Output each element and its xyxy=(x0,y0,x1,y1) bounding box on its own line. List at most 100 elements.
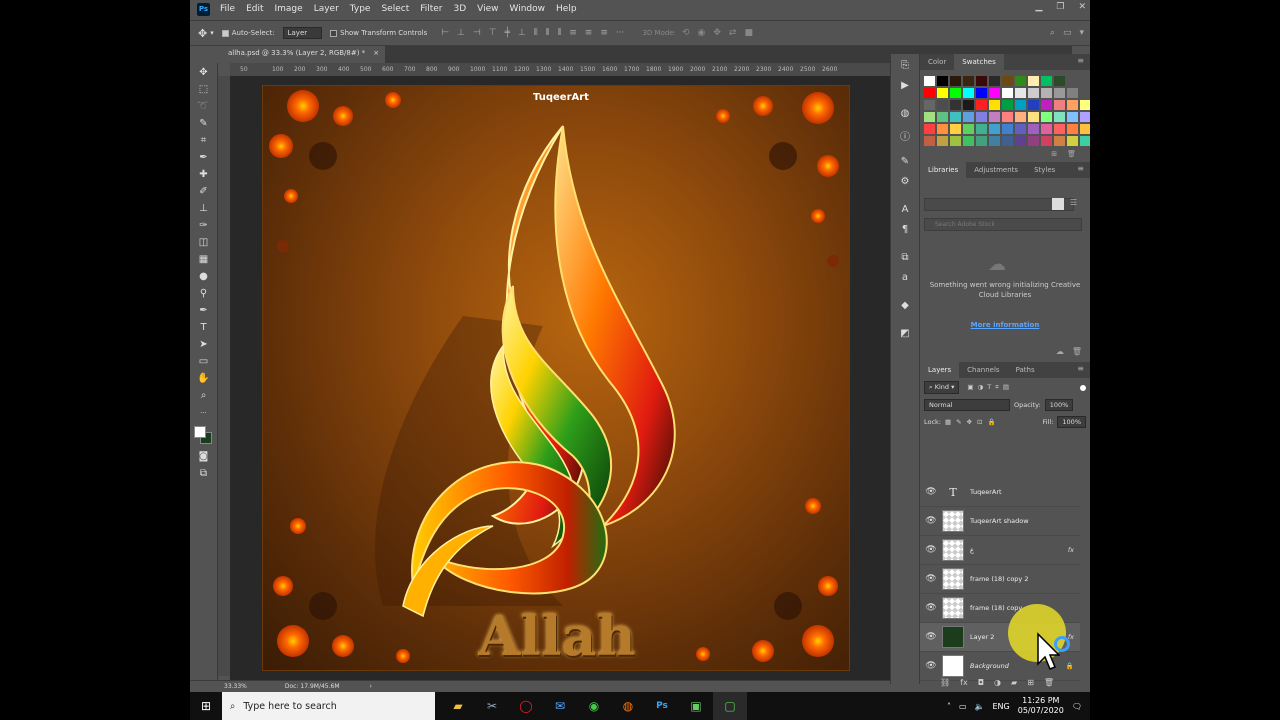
tab-swatches[interactable]: Swatches xyxy=(954,54,1004,70)
file-explorer-icon[interactable]: ▰ xyxy=(441,692,475,720)
photoshop-taskbar-icon[interactable]: Ps xyxy=(645,692,679,720)
color-swatch[interactable] xyxy=(937,124,948,134)
align-top-icon[interactable]: ⊤ xyxy=(489,28,497,38)
tab-paths[interactable]: Paths xyxy=(1008,362,1043,378)
hand-tool-icon[interactable]: ✋ xyxy=(197,372,211,386)
tab-channels[interactable]: Channels xyxy=(959,362,1007,378)
type-tool-icon[interactable]: T xyxy=(197,321,211,335)
dodge-tool-icon[interactable]: ⚲ xyxy=(197,287,211,301)
distribute-center-icon[interactable]: ⫴ xyxy=(546,28,550,38)
color-swatch[interactable] xyxy=(1080,100,1090,110)
visibility-eye-icon[interactable]: 👁 xyxy=(920,632,942,642)
volume-icon[interactable]: 🔈 xyxy=(975,702,985,711)
color-swatch[interactable] xyxy=(1002,136,1013,146)
document-tab[interactable]: allha.psd @ 33.3% (Layer 2, RGB/8#) * × xyxy=(222,46,386,63)
distribute-middle-icon[interactable]: ≡ xyxy=(585,28,593,38)
close-icon[interactable]: ✕ xyxy=(1078,2,1086,12)
color-swatch[interactable] xyxy=(950,124,961,134)
workspace-chevron-icon[interactable]: ▾ xyxy=(1079,28,1084,38)
tab-libraries[interactable]: Libraries xyxy=(920,162,967,178)
color-swatch[interactable] xyxy=(1041,88,1052,98)
fill-input[interactable]: 100% xyxy=(1057,416,1086,428)
brush-tool-icon[interactable]: ✐ xyxy=(197,185,211,199)
filter-kind-dropdown[interactable]: ⌕ Kind ▾ xyxy=(924,381,960,394)
quick-select-tool-icon[interactable]: ✎ xyxy=(197,117,211,131)
color-swatch[interactable] xyxy=(1028,100,1039,110)
clone-source-icon[interactable]: ⧉ xyxy=(898,252,912,266)
auto-select-checkbox[interactable] xyxy=(221,29,229,37)
tab-layers[interactable]: Layers xyxy=(920,362,960,378)
color-swatch[interactable] xyxy=(924,112,935,122)
visibility-eye-icon[interactable]: 👁 xyxy=(920,516,942,526)
color-swatch[interactable] xyxy=(976,88,987,98)
add-mask-icon[interactable]: ◘ xyxy=(978,678,984,687)
character-panel-icon[interactable]: A xyxy=(898,204,912,218)
visibility-eye-icon[interactable]: 👁 xyxy=(920,545,942,555)
delete-layer-icon[interactable]: 🗑 xyxy=(1044,678,1054,687)
color-swatch[interactable] xyxy=(1015,76,1026,86)
distribute-bottom-icon[interactable]: ≡ xyxy=(600,28,608,38)
info-panel-icon[interactable]: ⓘ xyxy=(898,128,912,143)
color-swatch[interactable] xyxy=(937,112,948,122)
history-panel-icon[interactable]: ⎘ xyxy=(898,60,912,74)
layer-row[interactable]: 👁 ع fx xyxy=(920,536,1080,565)
link-layers-icon[interactable]: ⛓ xyxy=(940,678,950,687)
3d-roll-icon[interactable]: ◉ xyxy=(698,28,706,38)
opacity-input[interactable]: 100% xyxy=(1044,399,1074,411)
menu-view[interactable]: View xyxy=(477,4,498,14)
color-swatch[interactable] xyxy=(1054,76,1065,86)
visibility-eye-icon[interactable]: 👁 xyxy=(920,661,942,671)
minimize-icon[interactable]: ▁ xyxy=(1035,2,1042,12)
color-panel-icon[interactable]: ◍ xyxy=(898,108,912,122)
3d-panel-icon[interactable]: ◩ xyxy=(898,328,912,342)
menu-layer[interactable]: Layer xyxy=(314,4,339,14)
color-swatch[interactable] xyxy=(950,88,961,98)
screen-mode-icon[interactable]: ⧉ xyxy=(197,467,211,481)
color-swatch[interactable] xyxy=(976,76,987,86)
paragraph-panel-icon[interactable]: ¶ xyxy=(898,224,912,238)
3d-scale-icon[interactable]: ■ xyxy=(744,28,753,38)
color-swatch[interactable] xyxy=(950,76,961,86)
blur-tool-icon[interactable]: ● xyxy=(197,270,211,284)
grid-view-icon[interactable] xyxy=(1052,198,1064,210)
color-swatch[interactable] xyxy=(924,88,935,98)
3d-slide-icon[interactable]: ⇄ xyxy=(729,28,737,38)
zoom-level[interactable]: 33.33% xyxy=(224,683,247,690)
color-swatch[interactable] xyxy=(1080,124,1090,134)
color-swatch[interactable] xyxy=(937,76,948,86)
cloud-sync-icon[interactable]: ☁ xyxy=(1056,347,1064,356)
mail-icon[interactable]: ✉ xyxy=(543,692,577,720)
workspace-icon[interactable]: ▭ xyxy=(1063,28,1072,38)
color-swatch[interactable] xyxy=(1041,136,1052,146)
marquee-tool-icon[interactable]: ⬚ xyxy=(197,83,211,97)
more-information-link[interactable]: More information xyxy=(920,321,1090,329)
color-swatch[interactable] xyxy=(950,136,961,146)
taskbar-search[interactable]: ⌕ Type here to search xyxy=(222,692,435,720)
color-swatch[interactable] xyxy=(1067,112,1078,122)
color-swatch[interactable] xyxy=(937,88,948,98)
color-swatch[interactable] xyxy=(1015,124,1026,134)
artwork-canvas[interactable]: TuqeerArt Allah xyxy=(262,85,850,671)
color-swatch[interactable] xyxy=(924,136,935,146)
new-layer-icon[interactable]: ⊞ xyxy=(1027,678,1034,687)
move-tool-icon[interactable]: ✥ xyxy=(197,66,211,80)
clock[interactable]: 11:26 PM 05/07/2020 xyxy=(1018,696,1064,716)
layer-row[interactable]: 👁 frame (18) copy 2 xyxy=(920,565,1080,594)
color-swatch[interactable] xyxy=(1054,100,1065,110)
color-swatch[interactable] xyxy=(1015,100,1026,110)
firefox-icon[interactable]: ◍ xyxy=(611,692,645,720)
gradient-tool-icon[interactable]: ▦ xyxy=(197,253,211,267)
color-swatch[interactable] xyxy=(1028,136,1039,146)
color-swatch[interactable] xyxy=(989,124,1000,134)
search-icon[interactable]: ⌕ xyxy=(1050,28,1055,38)
color-swatch[interactable] xyxy=(1015,88,1026,98)
color-swatch[interactable] xyxy=(1002,100,1013,110)
new-adjustment-icon[interactable]: ◑ xyxy=(994,678,1001,687)
network-icon[interactable]: ▭ xyxy=(959,702,967,711)
foreground-color-swatch[interactable] xyxy=(193,426,206,438)
blend-mode-dropdown[interactable]: Normal xyxy=(924,399,1010,411)
color-swatch[interactable] xyxy=(989,76,1000,86)
rectangle-tool-icon[interactable]: ▭ xyxy=(197,355,211,369)
color-swatch[interactable] xyxy=(1067,76,1078,86)
color-swatch[interactable] xyxy=(989,136,1000,146)
